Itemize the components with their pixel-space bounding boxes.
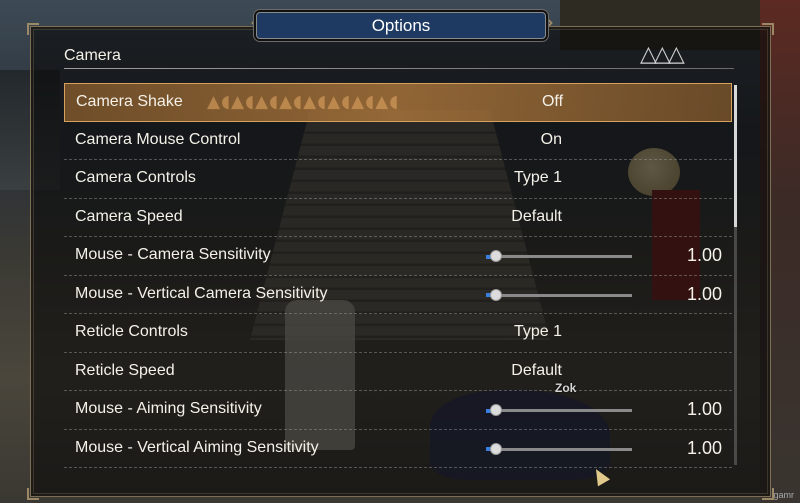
scrollbar[interactable]	[734, 85, 737, 465]
scrollbar-thumb[interactable]	[734, 85, 737, 227]
triangle-ornament-icon: △△△	[640, 42, 685, 67]
panel-corner-ornament	[27, 488, 39, 500]
setting-label: Camera Mouse Control	[75, 130, 241, 148]
setting-label: Reticle Speed	[75, 361, 175, 379]
slider-handle[interactable]	[490, 442, 503, 455]
setting-label: Camera Speed	[75, 207, 183, 225]
sensitivity-slider[interactable]	[486, 404, 632, 416]
setting-value: Default	[511, 207, 563, 225]
settings-list: ▲◖▲◖▲◖▲◖▲◖▲◖▲◖▲◖ Camera Shake Off Camera Mo…	[64, 83, 732, 468]
options-title-bar: Options	[256, 12, 546, 39]
setting-row[interactable]: ▲◖▲◖▲◖▲◖▲◖▲◖▲◖▲◖ Camera Shake Off	[64, 83, 732, 122]
setting-value: On	[540, 130, 562, 148]
setting-label: Mouse - Aiming Sensitivity	[75, 400, 262, 417]
companion-nameplate: Zok	[555, 381, 577, 395]
panel-corner-ornament	[762, 488, 774, 500]
page-title: Options	[371, 15, 431, 35]
setting-value: Default	[511, 361, 563, 379]
setting-row[interactable]: Mouse - Aiming Sensitivity 1.00	[64, 391, 732, 430]
setting-label: Reticle Controls	[75, 323, 188, 340]
slider-handle[interactable]	[490, 288, 503, 301]
setting-label: Mouse - Vertical Aiming Sensitivity	[75, 438, 319, 456]
setting-row[interactable]: Camera Controls Type 1	[64, 160, 732, 199]
section-divider	[64, 68, 734, 69]
section-header: Camera △△△	[32, 42, 764, 72]
setting-value: Off	[541, 93, 564, 110]
sensitivity-slider[interactable]	[486, 250, 632, 262]
watermark: gamr	[773, 490, 794, 500]
setting-row[interactable]: Mouse - Vertical Camera Sensitivity 1.00	[64, 276, 732, 314]
slider-handle[interactable]	[490, 250, 503, 262]
setting-row[interactable]: Reticle Controls Type 1	[64, 314, 732, 353]
setting-value: 1.00	[686, 437, 722, 458]
panel-corner-ornament	[27, 23, 39, 35]
setting-row[interactable]: Mouse - Camera Sensitivity 1.00	[64, 237, 732, 276]
setting-row[interactable]: Reticle Speed Default	[64, 353, 732, 391]
setting-row[interactable]: Camera Mouse Control On	[64, 122, 732, 160]
setting-value: 1.00	[686, 283, 722, 304]
setting-label: Camera Controls	[75, 169, 196, 186]
panel-corner-ornament	[762, 23, 774, 35]
setting-value: Type 1	[513, 323, 562, 340]
setting-value: 1.00	[686, 399, 722, 419]
sensitivity-slider[interactable]	[486, 288, 632, 301]
setting-label: Mouse - Vertical Camera Sensitivity	[75, 284, 328, 302]
section-title: Camera	[64, 47, 121, 64]
setting-row[interactable]: Camera Speed Default	[64, 199, 732, 237]
sensitivity-slider[interactable]	[486, 442, 632, 455]
slider-handle[interactable]	[490, 404, 503, 416]
setting-value: 1.00	[686, 245, 722, 265]
setting-label: Mouse - Camera Sensitivity	[75, 246, 271, 263]
selection-pattern: ▲◖▲◖▲◖▲◖▲◖▲◖▲◖▲◖	[207, 92, 400, 112]
setting-row[interactable]: Mouse - Vertical Aiming Sensitivity 1.00	[64, 430, 732, 468]
setting-value: Type 1	[513, 169, 562, 186]
setting-label: Camera Shake	[76, 93, 183, 110]
